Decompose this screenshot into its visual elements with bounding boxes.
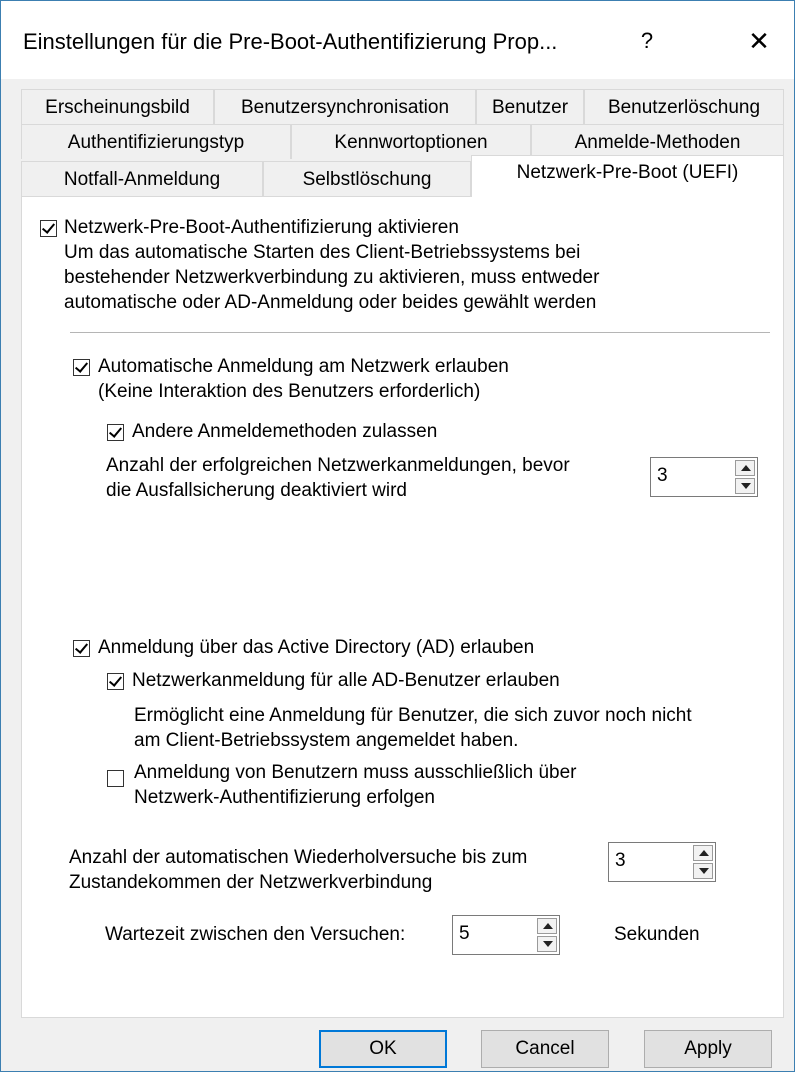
failsafe-label-line1: Anzahl der erfolgreichen Netzwerkanmeldu… — [106, 455, 570, 476]
spin-up-icon[interactable] — [537, 918, 557, 934]
tab-benutzersynchronisation[interactable]: Benutzersynchronisation — [214, 89, 476, 124]
auto-login-desc: (Keine Interaktion des Benutzers erforde… — [98, 381, 481, 402]
enable-checkbox[interactable] — [40, 220, 57, 237]
other-methods-checkbox[interactable] — [107, 424, 124, 441]
spin-down-icon[interactable] — [735, 478, 755, 494]
cancel-button[interactable]: Cancel — [481, 1030, 609, 1068]
all-ad-users-label: Netzwerkanmeldung für alle AD-Benutzer e… — [132, 670, 560, 691]
all-ad-users-checkbox[interactable] — [107, 673, 124, 690]
wait-unit: Sekunden — [614, 924, 700, 945]
wait-spinner[interactable]: 5 — [452, 915, 560, 955]
ok-button[interactable]: OK — [319, 1030, 447, 1068]
enable-desc-line3: automatische oder AD-Anmeldung oder beid… — [64, 292, 597, 313]
ad-login-checkbox[interactable] — [73, 640, 90, 657]
tab-benutzer[interactable]: Benutzer — [476, 89, 584, 124]
close-icon[interactable]: ✕ — [739, 21, 779, 61]
other-methods-label: Andere Anmeldemethoden zulassen — [132, 421, 438, 442]
exclusive-label-line1: Anmeldung von Benutzern muss ausschließl… — [134, 762, 577, 783]
tab-kennwortoptionen[interactable]: Kennwortoptionen — [291, 124, 531, 159]
tab-benutzerloeschung[interactable]: Benutzerlöschung — [584, 89, 784, 124]
failsafe-value[interactable]: 3 — [657, 465, 668, 487]
enable-label: Netzwerk-Pre-Boot-Authentifizierung akti… — [64, 217, 459, 238]
retries-value[interactable]: 3 — [615, 850, 626, 872]
auto-login-checkbox[interactable] — [73, 359, 90, 376]
help-button[interactable]: ? — [627, 21, 667, 61]
title-bar: Einstellungen für die Pre-Boot-Authentif… — [1, 1, 794, 79]
retries-spinner[interactable]: 3 — [608, 842, 716, 882]
tab-notfall-anmeldung[interactable]: Notfall-Anmeldung — [21, 161, 263, 196]
all-ad-users-desc-line1: Ermöglicht eine Anmeldung für Benutzer, … — [134, 705, 692, 726]
enable-desc-line2: bestehender Netzwerkverbindung zu aktivi… — [64, 267, 600, 288]
spin-up-icon[interactable] — [735, 460, 755, 476]
failsafe-label-line2: die Ausfallsicherung deaktiviert wird — [106, 480, 407, 501]
exclusive-label-line2: Netzwerk-Authentifizierung erfolgen — [134, 787, 435, 808]
ad-login-label: Anmeldung über das Active Directory (AD)… — [98, 637, 535, 658]
tab-erscheinungsbild[interactable]: Erscheinungsbild — [21, 89, 214, 124]
tab-authentifizierungstyp[interactable]: Authentifizierungstyp — [21, 124, 291, 159]
spin-up-icon[interactable] — [693, 845, 713, 861]
tab-netzwerk-pre-boot[interactable]: Netzwerk-Pre-Boot (UEFI) — [471, 155, 784, 197]
all-ad-users-desc-line2: am Client-Betriebssystem angemeldet habe… — [134, 730, 519, 751]
separator — [70, 332, 770, 333]
tab-panel: Netzwerk-Pre-Boot-Authentifizierung akti… — [21, 196, 784, 1018]
apply-button[interactable]: Apply — [644, 1030, 772, 1068]
window-title: Einstellungen für die Pre-Boot-Authentif… — [23, 29, 558, 54]
retries-label-line1: Anzahl der automatischen Wiederholversuc… — [69, 847, 528, 868]
spin-down-icon[interactable] — [537, 936, 557, 952]
retries-label-line2: Zustandekommen der Netzwerkverbindung — [69, 872, 433, 893]
enable-desc-line1: Um das automatische Starten des Client-B… — [64, 242, 581, 263]
spin-down-icon[interactable] — [693, 863, 713, 879]
auto-login-label: Automatische Anmeldung am Netzwerk erlau… — [98, 356, 509, 377]
wait-value[interactable]: 5 — [459, 923, 470, 945]
failsafe-spinner[interactable]: 3 — [650, 457, 758, 497]
wait-label: Wartezeit zwischen den Versuchen: — [105, 924, 406, 945]
tab-selbstloeschung[interactable]: Selbstlöschung — [263, 161, 471, 196]
exclusive-network-auth-checkbox[interactable] — [107, 770, 124, 787]
dialog-window: Einstellungen für die Pre-Boot-Authentif… — [0, 0, 795, 1072]
tab-anmelde-methoden[interactable]: Anmelde-Methoden — [531, 124, 784, 159]
